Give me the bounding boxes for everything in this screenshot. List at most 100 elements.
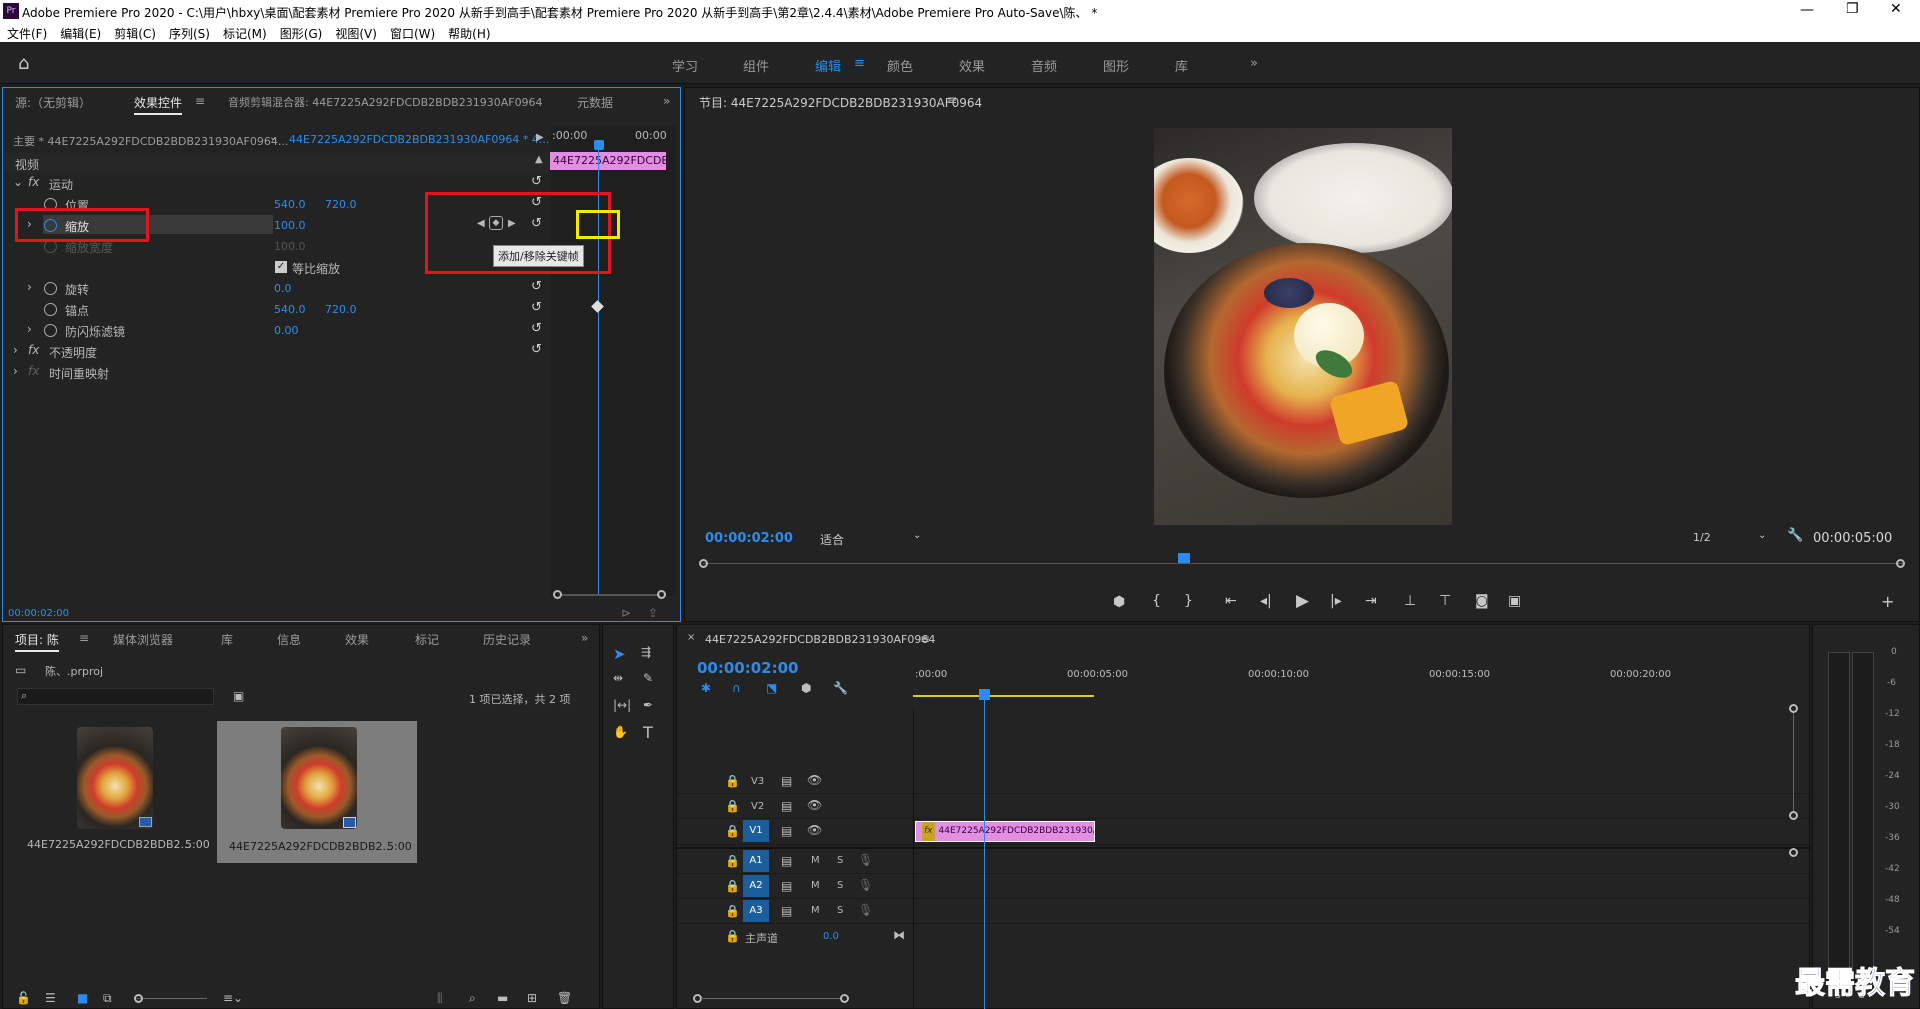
- more-workspaces-icon[interactable]: »: [1250, 56, 1258, 71]
- lock-icon[interactable]: 🔒: [725, 774, 740, 788]
- track-v1[interactable]: 🔒 V1 ▤ 👁 fx 44E7225A292FDCDB2BDB231930A: [677, 819, 1811, 845]
- anchor-row[interactable]: 锚点 540.0 720.0 ↺: [3, 299, 549, 319]
- linked-selection-icon[interactable]: ⬔: [766, 681, 777, 695]
- workspace-audio[interactable]: 音频: [1031, 56, 1057, 75]
- menu-file[interactable]: 文件(F): [0, 22, 53, 42]
- reset-icon[interactable]: ↺: [531, 321, 542, 336]
- lock-icon[interactable]: 🔒: [725, 929, 740, 943]
- workspace-menu-icon[interactable]: ≡: [854, 56, 865, 71]
- razor-tool-icon[interactable]: ✎: [643, 671, 653, 685]
- master-track[interactable]: 🔒 主声道 0.0 ⧓: [677, 924, 1811, 949]
- freeform-view-icon[interactable]: ⧉: [103, 991, 112, 1006]
- export-icon[interactable]: ⇪: [648, 606, 658, 620]
- program-video-frame[interactable]: [1154, 128, 1452, 525]
- project-item[interactable]: 44E7225A292FDCDB2BDB2... 5:00: [217, 721, 417, 863]
- trash-icon[interactable]: 🗑: [557, 991, 572, 1005]
- tab-effect-controls[interactable]: 效果控件: [134, 94, 183, 115]
- tab-history[interactable]: 历史记录: [483, 631, 531, 648]
- timeline-clip[interactable]: fx 44E7225A292FDCDB2BDB231930A: [915, 821, 1095, 842]
- workspace-effects[interactable]: 效果: [959, 56, 985, 75]
- zoom-slider[interactable]: [137, 998, 207, 999]
- panel-more-icon[interactable]: »: [581, 631, 588, 645]
- tab-effects[interactable]: 效果: [345, 631, 369, 648]
- track-a2-label[interactable]: A2: [743, 875, 769, 897]
- effect-timecode[interactable]: 00:00:02:00: [8, 608, 69, 619]
- anchor-y-value[interactable]: 720.0: [325, 303, 357, 316]
- scale-value[interactable]: 100.0: [274, 219, 306, 232]
- collapse-up-icon[interactable]: ▲: [535, 154, 543, 165]
- opacity-row[interactable]: › fx 不透明度 ↺: [3, 341, 549, 361]
- track-a1[interactable]: 🔒 A1 ▤ M S 🎙: [677, 849, 1811, 874]
- chevron-right-icon[interactable]: ›: [27, 280, 32, 294]
- microphone-icon[interactable]: 🎙: [858, 853, 873, 867]
- mute-button[interactable]: M: [811, 855, 820, 866]
- home-icon[interactable]: ⌂: [18, 53, 29, 74]
- step-forward-icon[interactable]: |▸: [1330, 593, 1342, 609]
- track-v2[interactable]: 🔒 V2 ▤ 👁: [677, 794, 1811, 819]
- work-area-bar[interactable]: [913, 695, 1094, 697]
- lift-icon[interactable]: ⊥: [1404, 593, 1416, 609]
- minimize-icon[interactable]: —: [1800, 2, 1814, 18]
- list-view-icon[interactable]: ☰: [45, 991, 56, 1005]
- timeline-settings-icon[interactable]: 🔧: [833, 681, 848, 695]
- play-button-icon[interactable]: ▶: [1296, 591, 1309, 611]
- track-v3-label[interactable]: V3: [751, 776, 764, 787]
- track-a2[interactable]: 🔒 A2 ▤ M S 🎙: [677, 874, 1811, 899]
- menu-window[interactable]: 窗口(W): [383, 22, 441, 42]
- menu-help[interactable]: 帮助(H): [441, 22, 496, 42]
- rotation-value[interactable]: 0.0: [274, 282, 292, 295]
- chevron-right-icon[interactable]: ›: [13, 364, 18, 378]
- sequence-clip-link[interactable]: 44E7225A292FDCDB2BDB231930AF0964 * 4...: [289, 133, 549, 146]
- add-button-icon[interactable]: +: [1881, 592, 1894, 611]
- tab-menu-icon[interactable]: ≡: [195, 94, 205, 108]
- chevron-right-icon[interactable]: ›: [13, 343, 18, 357]
- master-volume-value[interactable]: 0.0: [823, 931, 839, 942]
- lock-icon[interactable]: 🔒: [725, 799, 740, 813]
- timeline-ruler[interactable]: :00:00 00:00:05:00 00:00:10:00 00:00:15:…: [913, 669, 1791, 709]
- hscroll-handle-right[interactable]: [840, 994, 849, 1003]
- fx-icon[interactable]: fx: [28, 175, 39, 189]
- sort-icon[interactable]: ≡⌄: [223, 991, 243, 1005]
- wrench-icon[interactable]: 🔧: [1787, 528, 1803, 543]
- track-a3[interactable]: 🔒 A3 ▤ M S 🎙: [677, 899, 1811, 924]
- lock-icon[interactable]: 🔒: [725, 824, 740, 838]
- tab-media-browser[interactable]: 媒体浏览器: [113, 631, 173, 648]
- reset-icon[interactable]: ↺: [531, 279, 542, 294]
- menu-clip[interactable]: 剪辑(C): [107, 22, 162, 42]
- camera-icon[interactable]: ◙: [1475, 593, 1489, 609]
- tab-project-menu-icon[interactable]: ≡: [79, 631, 89, 645]
- zoom-handle-right[interactable]: [1896, 559, 1905, 568]
- tab-info[interactable]: 信息: [277, 631, 301, 648]
- maximize-icon[interactable]: ❐: [1846, 1, 1859, 17]
- reset-icon[interactable]: ↺: [531, 174, 542, 189]
- zoom-handle-left[interactable]: [699, 559, 708, 568]
- compare-view-icon[interactable]: ▣: [1508, 593, 1521, 609]
- solo-button[interactable]: S: [837, 905, 843, 916]
- type-tool-icon[interactable]: T: [643, 723, 653, 742]
- close-icon[interactable]: ×: [687, 632, 695, 643]
- filter-icon[interactable]: ⊳: [621, 606, 631, 620]
- tab-source[interactable]: 源:（无剪辑）: [15, 94, 91, 111]
- stopwatch-icon[interactable]: [44, 282, 57, 295]
- tab-metadata[interactable]: 元数据: [577, 94, 613, 111]
- sequence-tab[interactable]: 44E7225A292FDCDB2BDB231930AF0964: [705, 633, 935, 646]
- track-v2-label[interactable]: V2: [751, 801, 764, 812]
- flicker-row[interactable]: › 防闪烁滤镜 0.00 ↺: [3, 320, 549, 340]
- selection-tool-icon[interactable]: ➤: [613, 645, 626, 663]
- ripple-edit-tool-icon[interactable]: ⇹: [613, 671, 623, 685]
- sequence-menu-icon[interactable]: ≡: [920, 632, 930, 646]
- tab-markers[interactable]: 标记: [415, 631, 439, 648]
- mark-in-icon[interactable]: {: [1152, 593, 1161, 609]
- master-clip-selector[interactable]: 主要 * 44E7225A292FDCDB2BDB231930AF0964...: [13, 133, 288, 149]
- hscroll-bar[interactable]: [701, 998, 841, 999]
- stopwatch-icon[interactable]: [44, 324, 57, 337]
- audio-vscroll-handle[interactable]: [1789, 848, 1798, 857]
- sync-lock-icon[interactable]: ▤: [781, 799, 792, 813]
- sync-lock-icon[interactable]: ▤: [781, 774, 792, 788]
- timeline-timecode[interactable]: 00:00:02:00: [697, 659, 799, 677]
- program-title[interactable]: 节目: 44E7225A292FDCDB2BDB231930AF0964: [699, 94, 982, 111]
- rotation-row[interactable]: › 旋转 0.0 ↺: [3, 278, 549, 298]
- tab-project[interactable]: 项目: 陈: [15, 631, 59, 652]
- solo-button[interactable]: S: [837, 855, 843, 866]
- project-search-input[interactable]: ⌕: [17, 688, 214, 705]
